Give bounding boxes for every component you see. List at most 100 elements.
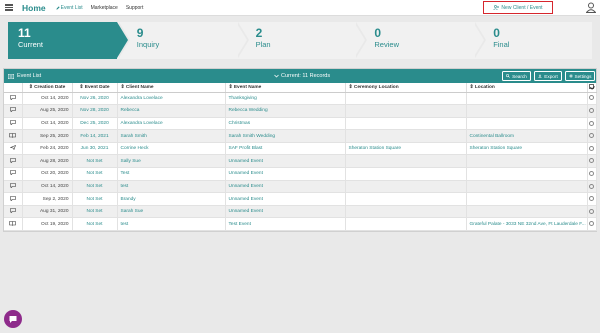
stage-review[interactable]: 0 Review [354, 22, 487, 59]
row-select[interactable] [587, 180, 597, 194]
row-select[interactable] [587, 129, 597, 143]
client-name-link[interactable]: Corrine Heck [117, 142, 226, 156]
location-cell[interactable] [466, 192, 588, 206]
ceremony-location-cell[interactable] [345, 129, 467, 143]
location-cell[interactable] [466, 117, 588, 131]
table-row[interactable]: Oct 14, 2020 Not Set test Unnamed Event [4, 180, 597, 194]
row-select[interactable] [587, 142, 597, 156]
header-ceremony-location[interactable]: ⇕ Ceremony Location [345, 83, 467, 93]
user-profile-icon[interactable] [586, 2, 596, 13]
row-select-radio[interactable] [589, 196, 594, 202]
location-cell[interactable] [466, 104, 588, 118]
row-select-radio[interactable] [589, 95, 594, 101]
event-name-link[interactable]: Rebecca Wedding [225, 104, 346, 118]
ceremony-location-cell[interactable] [345, 217, 467, 232]
ceremony-location-cell[interactable] [345, 205, 467, 219]
client-name-link[interactable]: Alexandra Lovelace [117, 117, 226, 131]
client-name-link[interactable]: Sarah Sue [117, 205, 226, 219]
client-name-link[interactable]: Rebecca [117, 104, 226, 118]
ceremony-location-cell[interactable]: Sheraton Station Square [345, 142, 467, 156]
event-name-link[interactable]: Unnamed Event [225, 180, 346, 194]
location-cell[interactable] [466, 205, 588, 219]
search-button[interactable]: Search [502, 71, 531, 81]
stage-inquiry[interactable]: 9 Inquiry [116, 22, 249, 59]
row-select[interactable] [587, 104, 597, 118]
settings-button[interactable]: Settings [565, 71, 595, 81]
event-name-link[interactable]: Christmas [225, 117, 346, 131]
row-select[interactable] [587, 117, 597, 131]
table-row[interactable]: Oct 14, 2020 Dec 25, 2020 Alexandra Lovela… [4, 117, 597, 131]
row-select-radio[interactable] [589, 221, 594, 227]
location-cell[interactable] [466, 92, 588, 106]
header-location[interactable]: ⇕ Location [466, 83, 588, 93]
table-row[interactable]: Aug 25, 2020 Nov 28, 2020 Rebecca Rebecca W… [4, 104, 597, 118]
ceremony-location-cell[interactable] [345, 192, 467, 206]
row-select[interactable] [587, 192, 597, 206]
row-select-radio[interactable] [589, 183, 594, 189]
hamburger-menu-icon[interactable] [5, 4, 13, 11]
table-row[interactable]: Sep 2, 2020 Not Set Brandy Unnamed Event [4, 192, 597, 206]
event-name-link[interactable]: Unnamed Event [225, 192, 346, 206]
table-row[interactable]: Aug 28, 2020 Not Set Sally Sue Unnamed Even… [4, 154, 597, 169]
new-client-event-button[interactable]: New Client / Event [483, 1, 553, 14]
client-name-link[interactable]: Sarah Smith [117, 129, 226, 143]
table-row[interactable]: Aug 31, 2020 Not Set Sarah Sue Unnamed Even… [4, 205, 597, 219]
export-button[interactable]: Export [534, 71, 562, 81]
header-creation-date[interactable]: ⇕ Creation Date [22, 83, 73, 93]
event-name-link[interactable]: Unnamed Event [225, 154, 346, 169]
ceremony-location-cell[interactable] [345, 167, 467, 181]
location-cell[interactable]: Continental Ballroom [466, 129, 588, 143]
ceremony-location-cell[interactable] [345, 104, 467, 118]
location-cell[interactable]: Sheraton Station Square [466, 142, 588, 156]
location-cell[interactable]: Grateful Palate - 3033 NE 32nd Ave, Ft L… [466, 217, 588, 232]
location-cell[interactable] [466, 154, 588, 169]
header-event-name[interactable]: ⇕ Event Name [225, 83, 346, 93]
client-name-link[interactable]: Sally Sue [117, 154, 226, 169]
home-link[interactable]: Home [22, 3, 46, 13]
table-row[interactable]: Oct 14, 2020 Nov 26, 2020 Alexandra Lovela… [4, 92, 597, 106]
table-row[interactable]: Sep 25, 2020 Feb 14, 2021 Sarah Smith Sarah… [4, 129, 597, 143]
row-select-radio[interactable] [589, 108, 594, 113]
row-select-radio[interactable] [589, 208, 594, 214]
row-select-radio[interactable] [589, 158, 594, 164]
event-name-link[interactable]: Sarah Smith Wedding [225, 129, 346, 143]
location-cell[interactable] [466, 167, 588, 181]
header-event-date[interactable]: ⇕ Event Date [72, 83, 118, 93]
stage-plan[interactable]: 2 Plan [235, 22, 368, 59]
client-name-link[interactable]: test [117, 217, 226, 232]
header-select-all[interactable] [587, 83, 597, 93]
location-cell[interactable] [466, 180, 588, 194]
client-name-link[interactable]: Alexandra Lovelace [117, 92, 226, 106]
row-select[interactable] [587, 154, 597, 169]
records-dropdown[interactable]: Current: 11 Records [274, 73, 330, 79]
table-row[interactable]: Oct 19, 2020 Not Set test Test Event Gratefu… [4, 217, 597, 232]
event-name-link[interactable]: Thanksgiving [225, 92, 346, 106]
nav-tab-support[interactable]: Support [126, 5, 144, 11]
row-select-radio[interactable] [589, 120, 594, 126]
row-select[interactable] [587, 217, 597, 232]
header-client-name[interactable]: ⇕ Client Name [117, 83, 226, 93]
event-name-link[interactable]: Test Event [225, 217, 346, 232]
ceremony-location-cell[interactable] [345, 154, 467, 169]
client-name-link[interactable]: test [117, 180, 226, 194]
table-row[interactable]: Feb 24, 2020 Jun 30, 2021 Corrine Heck SAF … [4, 142, 597, 156]
event-name-link[interactable]: SAF Profit Blast [225, 142, 346, 156]
ceremony-location-cell[interactable] [345, 92, 467, 106]
nav-tab-marketplace[interactable]: Marketplace [91, 5, 118, 11]
client-name-link[interactable]: Brandy [117, 192, 226, 206]
stage-current[interactable]: 11 Current [8, 22, 130, 59]
row-select[interactable] [587, 167, 597, 181]
event-name-link[interactable]: Unnamed Event [225, 205, 346, 219]
stage-final[interactable]: 0 Final [473, 22, 592, 59]
chat-launcher-button[interactable] [4, 310, 22, 328]
client-name-link[interactable]: Test [117, 167, 226, 181]
event-name-link[interactable]: Unnamed Event [225, 167, 346, 181]
row-select-radio[interactable] [589, 133, 594, 139]
row-select[interactable] [587, 205, 597, 219]
ceremony-location-cell[interactable] [345, 180, 467, 194]
ceremony-location-cell[interactable] [345, 117, 467, 131]
row-select[interactable] [587, 92, 597, 106]
nav-tab-event-list[interactable]: Event List [56, 5, 83, 11]
row-select-radio[interactable] [589, 170, 594, 176]
select-all-checkbox-icon[interactable] [589, 84, 594, 90]
